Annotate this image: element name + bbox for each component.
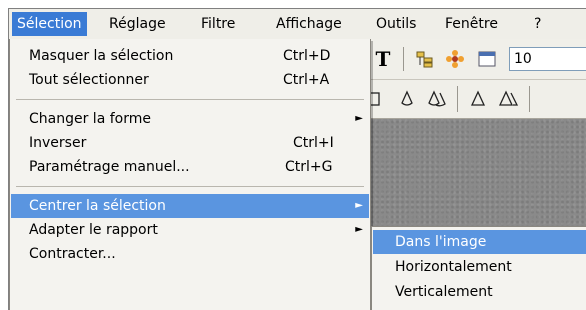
menu-item-parametrage-manuel[interactable]: Paramétrage manuel... Ctrl+G [11, 155, 369, 179]
menu-item-contracter[interactable]: Contracter... [11, 242, 369, 266]
app-window: T 10 Sélection Réglage Filtre Affichage … [8, 8, 586, 310]
menu-item-label: Masquer la sélection [29, 48, 174, 64]
menu-fenetre[interactable]: Fenêtre [440, 12, 503, 36]
effects-icon[interactable] [443, 47, 467, 71]
lasso-icon[interactable] [397, 88, 417, 110]
menu-item-label: Paramétrage manuel... [29, 159, 190, 175]
menu-item-adapter-rapport[interactable]: Adapter le rapport ► [11, 218, 369, 242]
menu-item-label: Inverser [29, 135, 87, 151]
layers-icon[interactable] [413, 47, 437, 71]
menu-item-label: Adapter le rapport [29, 222, 158, 238]
text-tool-icon[interactable]: T [371, 47, 395, 71]
menu-help[interactable]: ? [529, 12, 546, 36]
lasso-add-icon[interactable] [427, 88, 449, 110]
submenu-arrow-icon: ► [355, 113, 363, 124]
menu-item-tout-selectionner[interactable]: Tout sélectionner Ctrl+A [11, 68, 369, 92]
menu-item-centrer-selection[interactable]: Centrer la sélection ► [11, 194, 369, 218]
menu-outils[interactable]: Outils [371, 12, 421, 36]
menu-item-masquer-selection[interactable]: Masquer la sélection Ctrl+D [11, 44, 369, 68]
menu-divider [16, 99, 364, 100]
menu-affichage[interactable]: Affichage [271, 12, 347, 36]
menu-selection[interactable]: Sélection [12, 12, 87, 36]
menu-item-label: Tout sélectionner [29, 72, 149, 88]
submenu-item-dans-image[interactable]: Dans l'image [373, 230, 586, 254]
menu-filtre[interactable]: Filtre [196, 12, 240, 36]
window-icon[interactable] [475, 47, 499, 71]
submenu-item-horizontalement[interactable]: Horizontalement [373, 255, 586, 279]
submenu-arrow-icon: ► [355, 200, 363, 211]
selection-dropdown: Masquer la sélection Ctrl+D Tout sélecti… [9, 39, 371, 310]
shortcut-label: Ctrl+A [283, 72, 330, 88]
menu-bar: Sélection Réglage Filtre Affichage Outil… [9, 9, 586, 39]
menu-item-inverser[interactable]: Inverser Ctrl+I [11, 131, 369, 155]
center-selection-submenu: Dans l'image Horizontalement Verticaleme… [371, 226, 586, 310]
menu-item-label: Centrer la sélection [29, 198, 166, 214]
submenu-arrow-icon: ► [355, 224, 363, 235]
square-shape-icon[interactable] [371, 88, 385, 110]
menu-reglage[interactable]: Réglage [104, 12, 171, 36]
polygon-lasso-add-icon[interactable] [497, 88, 521, 110]
shortcut-label: Ctrl+D [283, 48, 331, 64]
polygon-lasso-icon[interactable] [467, 88, 489, 110]
menu-divider [16, 186, 364, 187]
shortcut-label: Ctrl+G [285, 159, 333, 175]
menu-item-label: Changer la forme [29, 111, 151, 127]
zoom-field[interactable]: 10 [509, 47, 586, 71]
menu-item-label: Contracter... [29, 246, 116, 262]
submenu-item-verticalement[interactable]: Verticalement [373, 280, 586, 304]
shortcut-label: Ctrl+I [293, 135, 334, 151]
menu-item-changer-forme[interactable]: Changer la forme ► [11, 107, 369, 131]
